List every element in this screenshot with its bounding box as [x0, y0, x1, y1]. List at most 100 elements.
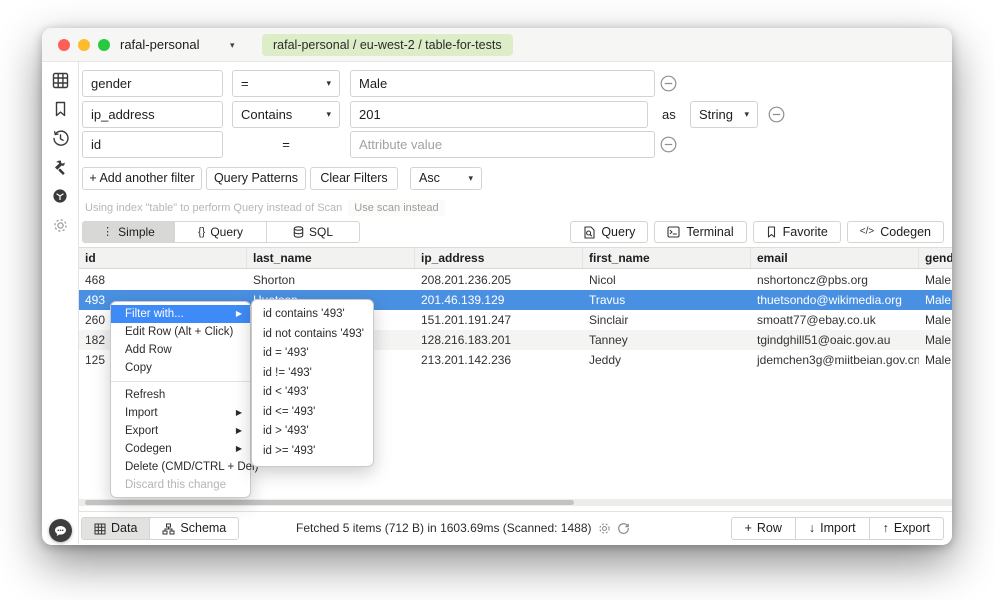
submenu-item[interactable]: id != '493' [252, 364, 373, 384]
menu-item[interactable]: Add Row [111, 341, 250, 359]
table-cell: Sinclair [589, 313, 629, 327]
cube-icon[interactable] [49, 185, 71, 207]
column-header[interactable]: email [751, 248, 919, 268]
tab-sql[interactable]: SQL [267, 222, 359, 242]
remove-filter-button[interactable] [768, 106, 785, 123]
gear-icon[interactable] [49, 214, 71, 236]
add-row-button[interactable]: + Row [730, 517, 796, 540]
column-header[interactable]: gender [919, 248, 952, 268]
remove-filter-button[interactable] [660, 75, 677, 92]
filter-operator-select[interactable]: Contains ▾ [232, 101, 340, 128]
caret-down-icon: ▾ [230, 40, 235, 50]
tab-query[interactable]: {} Query [175, 222, 267, 242]
export-button[interactable]: ↑ Export [869, 517, 944, 540]
chat-feedback-button[interactable] [49, 519, 72, 542]
filter-type-select[interactable]: String ▾ [690, 101, 758, 128]
submenu-item[interactable]: id contains '493' [252, 305, 373, 325]
tab-simple[interactable]: ⋮ Simple [83, 222, 175, 242]
query-patterns-button[interactable]: Query Patterns [206, 167, 306, 190]
table-cell: Male [925, 333, 952, 347]
menu-item[interactable]: Codegen ▶ [111, 440, 250, 458]
plus-icon: + [744, 521, 752, 535]
database-icon [293, 226, 304, 238]
filter-attribute-input[interactable] [82, 70, 223, 97]
breadcrumb[interactable]: rafal-personal / eu-west-2 / table-for-t… [262, 34, 513, 56]
favorite-button[interactable]: Favorite [752, 221, 841, 243]
submenu-item[interactable]: id < '493' [252, 383, 373, 403]
settings-icon[interactable] [598, 522, 611, 535]
menu-item[interactable]: Delete (CMD/CTRL + Del) [111, 458, 258, 476]
menu-item[interactable]: Copy [111, 359, 250, 377]
filter-row: =▾ [79, 70, 952, 97]
submenu-arrow-icon: ▶ [235, 309, 242, 318]
terminal-button[interactable]: Terminal [654, 221, 747, 243]
menu-item[interactable]: Refresh [111, 386, 250, 404]
hammer-icon[interactable] [49, 156, 71, 178]
add-filter-button[interactable]: + Add another filter [82, 167, 202, 190]
terminal-icon [667, 226, 680, 238]
column-header[interactable]: ip_address [415, 248, 583, 268]
column-header[interactable]: first_name [583, 248, 751, 268]
submenu-item[interactable]: id <= '493' [252, 403, 373, 423]
filter-with-submenu: id contains '493' id not contains '493' id… [251, 299, 374, 467]
context-menu: Filter with... ▶ Edit Row (Alt + Click) Add… [110, 301, 258, 498]
submenu-arrow-icon: ▶ [235, 426, 242, 435]
menu-item[interactable]: Export ▶ [111, 422, 250, 440]
import-button[interactable]: ↓ Import [795, 517, 870, 540]
table-cell: 151.201.191.247 [421, 313, 512, 327]
menu-separator [111, 381, 250, 382]
history-icon[interactable] [49, 127, 71, 149]
horizontal-scrollbar[interactable] [79, 499, 952, 506]
close-window-button[interactable] [58, 39, 70, 51]
sort-order-select[interactable]: Asc ▾ [410, 167, 482, 190]
filter-attribute-input[interactable] [82, 131, 223, 158]
codegen-button[interactable]: </> Codegen [846, 221, 944, 243]
grid-icon [94, 523, 106, 535]
table-icon[interactable] [49, 69, 71, 91]
minimize-window-button[interactable] [78, 39, 90, 51]
submenu-item[interactable]: id not contains '493' [252, 325, 373, 345]
table-cell: 213.201.142.236 [421, 353, 512, 367]
titlebar: rafal-personal ▾ rafal-personal / eu-wes… [42, 28, 952, 62]
filter-operator-select[interactable]: = ▾ [232, 70, 340, 97]
menu-item: Discard this change [125, 479, 226, 491]
table-cell: Male [925, 273, 952, 287]
table-cell: Male [925, 293, 952, 307]
zoom-window-button[interactable] [98, 39, 110, 51]
table-cell: Travus [589, 293, 626, 307]
submenu-item[interactable]: id = '493' [252, 344, 373, 364]
caret-down-icon: ▾ [744, 109, 749, 119]
filter-value-input[interactable] [350, 70, 655, 97]
submenu-item[interactable]: id >= '493' [252, 442, 373, 462]
schema-icon [162, 523, 175, 535]
index-notice: Using index "table" to perform Query ins… [85, 200, 445, 216]
submenu-item[interactable]: id > '493' [252, 422, 373, 442]
query-button[interactable]: Query [570, 221, 649, 243]
table-header: id last_name ip_address first_name email gend… [79, 247, 952, 269]
filter-row: = [79, 131, 952, 158]
menu-item[interactable]: Import ▶ [111, 404, 250, 422]
column-header[interactable]: last_name [247, 248, 415, 268]
tab-data[interactable]: Data [82, 518, 151, 539]
profile-selector[interactable]: rafal-personal [120, 28, 200, 62]
table-row[interactable]: 468 Shorton 208.201.236.205 Nicol nshortoncz… [79, 270, 952, 290]
clear-filters-button[interactable]: Clear Filters [310, 167, 398, 190]
tab-schema[interactable]: Schema [150, 518, 239, 539]
braces-icon: {} [197, 226, 206, 238]
refresh-icon[interactable] [617, 522, 630, 535]
filter-value-input[interactable] [350, 131, 655, 158]
menu-item[interactable]: Filter with... ▶ [111, 305, 250, 323]
table-cell: thuetsondo@wikimedia.org [757, 293, 902, 307]
filter-attribute-input[interactable] [82, 101, 223, 128]
caret-down-icon: ▾ [326, 109, 331, 119]
bookmark-icon[interactable] [49, 98, 71, 120]
use-scan-button[interactable]: Use scan instead [348, 200, 445, 216]
table-cell: 208.201.236.205 [421, 273, 512, 287]
scrollbar-thumb[interactable] [85, 500, 574, 505]
bookmark-icon [766, 226, 777, 238]
remove-filter-button[interactable] [660, 136, 677, 153]
column-header[interactable]: id [79, 248, 247, 268]
filter-value-input[interactable] [350, 101, 648, 128]
menu-item[interactable]: Edit Row (Alt + Click) [111, 323, 250, 341]
as-label: as [662, 107, 676, 122]
